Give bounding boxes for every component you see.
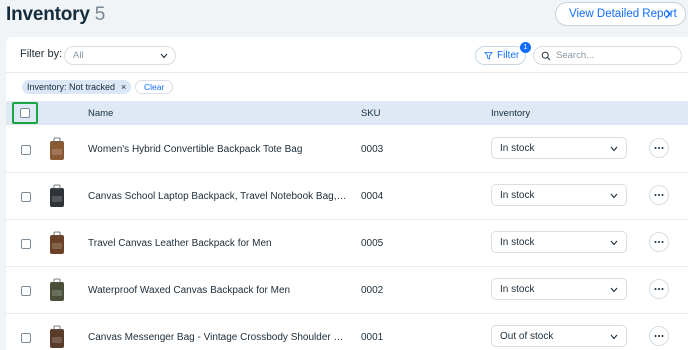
inventory-status-select[interactable]: In stock	[491, 184, 627, 206]
inventory-status-value: In stock	[500, 190, 535, 201]
inventory-status-value: Out of stock	[500, 331, 554, 342]
product-sku: 0002	[361, 285, 384, 296]
inventory-status-select[interactable]: In stock	[491, 137, 627, 159]
table-header: Name SKU Inventory	[6, 101, 688, 125]
inventory-status-value: In stock	[500, 284, 535, 295]
search-input[interactable]: Search...	[533, 46, 682, 65]
product-thumbnail	[50, 184, 64, 207]
row-actions-button[interactable]	[649, 232, 669, 252]
chevron-right-icon	[665, 9, 671, 19]
funnel-icon	[484, 51, 493, 60]
item-count: 5	[94, 4, 106, 25]
product-name[interactable]: Canvas School Laptop Backpack, Travel No…	[88, 191, 348, 202]
page-title-text: Inventory	[6, 4, 90, 25]
more-horizontal-icon	[654, 335, 664, 337]
filter-select[interactable]: All	[64, 46, 176, 65]
more-horizontal-icon	[654, 288, 664, 290]
product-sku: 0004	[361, 191, 384, 202]
row-actions-button[interactable]	[649, 185, 669, 205]
remove-filter-icon[interactable]: ×	[121, 82, 126, 92]
search-icon	[541, 51, 551, 61]
active-filter-chip[interactable]: Inventory: Not tracked ×	[22, 80, 132, 94]
view-detailed-report-label: View Detailed Report	[569, 8, 677, 20]
search-placeholder: Search...	[556, 50, 595, 61]
filter-bar: Filter by: All Filter 1 Search...	[6, 37, 688, 73]
table-row[interactable]: Waterproof Waxed Canvas Backpack for Men…	[6, 267, 688, 314]
chevron-down-icon	[610, 193, 618, 199]
chevron-down-icon	[610, 240, 618, 246]
inventory-status-value: In stock	[500, 237, 535, 248]
view-detailed-report-button[interactable]: View Detailed Report	[555, 2, 686, 26]
more-horizontal-icon	[654, 194, 664, 196]
active-filter-label: Inventory: Not tracked	[27, 82, 116, 92]
chevron-down-icon	[610, 287, 618, 293]
product-thumbnail	[50, 137, 64, 160]
product-name[interactable]: Travel Canvas Leather Backpack for Men	[88, 238, 348, 249]
table-row[interactable]: Travel Canvas Leather Backpack for Men 0…	[6, 220, 688, 267]
filter-select-value: All	[73, 50, 84, 61]
row-checkbox[interactable]	[21, 286, 31, 296]
product-sku: 0001	[361, 332, 384, 343]
table-row[interactable]: Canvas Messenger Bag - Vintage Crossbody…	[6, 314, 688, 350]
column-header-inventory[interactable]: Inventory	[491, 108, 530, 119]
row-checkbox[interactable]	[21, 239, 31, 249]
table-row[interactable]: Women's Hybrid Convertible Backpack Tote…	[6, 126, 688, 173]
product-thumbnail	[50, 278, 64, 301]
table-row[interactable]: Canvas School Laptop Backpack, Travel No…	[6, 173, 688, 220]
inventory-status-select[interactable]: In stock	[491, 231, 627, 253]
product-name[interactable]: Women's Hybrid Convertible Backpack Tote…	[88, 144, 348, 155]
inventory-status-select[interactable]: Out of stock	[491, 325, 627, 347]
active-filters-bar: Inventory: Not tracked × Clear	[6, 74, 688, 100]
inventory-status-value: In stock	[500, 143, 535, 154]
product-name[interactable]: Waterproof Waxed Canvas Backpack for Men	[88, 285, 348, 296]
page-header: Inventory 5 View Detailed Report	[0, 0, 688, 34]
row-actions-button[interactable]	[649, 279, 669, 299]
filter-by-label: Filter by:	[20, 48, 63, 60]
row-actions-button[interactable]	[649, 326, 669, 346]
product-thumbnail	[50, 231, 64, 254]
inventory-card: Filter by: All Filter 1 Search... Invent…	[6, 37, 688, 350]
row-checkbox[interactable]	[21, 192, 31, 202]
product-sku: 0005	[361, 238, 384, 249]
more-horizontal-icon	[654, 241, 664, 243]
chevron-down-icon	[160, 53, 168, 59]
row-actions-button[interactable]	[649, 138, 669, 158]
clear-filters-button[interactable]: Clear	[135, 80, 174, 94]
column-header-sku[interactable]: SKU	[361, 108, 381, 119]
chevron-down-icon	[610, 334, 618, 340]
filter-button[interactable]: Filter	[475, 46, 526, 65]
chevron-down-icon	[610, 146, 618, 152]
column-header-name[interactable]: Name	[88, 108, 113, 119]
filter-count-badge: 1	[520, 42, 531, 53]
row-checkbox[interactable]	[21, 145, 31, 155]
inventory-status-select[interactable]: In stock	[491, 278, 627, 300]
select-all-highlight	[12, 102, 38, 124]
page-title: Inventory 5	[6, 4, 105, 26]
more-horizontal-icon	[654, 147, 664, 149]
product-thumbnail	[50, 325, 64, 348]
row-checkbox[interactable]	[21, 333, 31, 343]
product-sku: 0003	[361, 144, 384, 155]
product-name[interactable]: Canvas Messenger Bag - Vintage Crossbody…	[88, 332, 348, 343]
select-all-checkbox[interactable]	[20, 108, 30, 118]
filter-button-label: Filter	[497, 50, 520, 61]
